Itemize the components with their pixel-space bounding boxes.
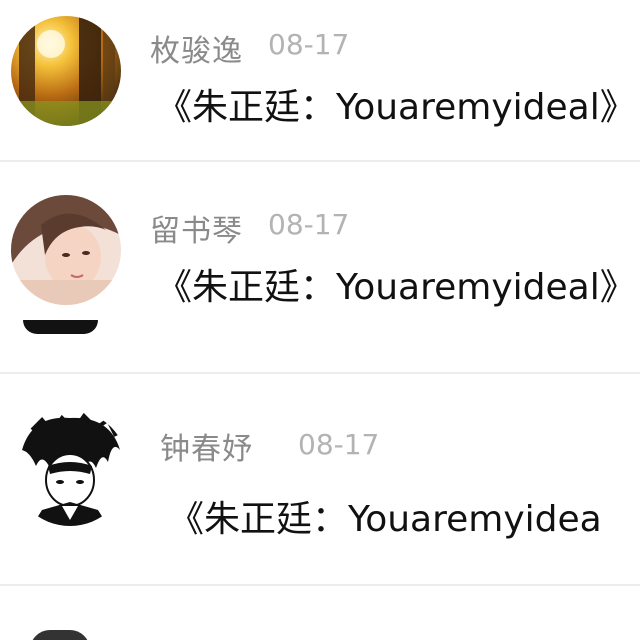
comment-username[interactable]: 枚骏逸 <box>150 26 243 70</box>
divider <box>0 160 640 162</box>
comment-content: 《朱正廷：Youaremyideal》 <box>156 87 636 128</box>
avatar[interactable] <box>11 16 121 126</box>
divider <box>0 584 640 586</box>
comment-feed: 枚骏逸 08-17 《朱正廷：Youaremyideal》 留书琴 08-17 … <box>0 0 640 640</box>
comment-username[interactable]: 留书琴 <box>150 206 243 250</box>
comment-username[interactable]: 钟春妤 <box>160 424 253 468</box>
comment-date: 08-17 <box>298 428 380 461</box>
comment-date: 08-17 <box>268 208 350 241</box>
avatar[interactable] <box>11 195 121 305</box>
comment-content: 《朱正廷：Youaremyidea <box>168 499 602 540</box>
comment-content: 《朱正廷：Youaremyideal》 <box>156 267 636 308</box>
girl-portrait-avatar-icon <box>11 195 121 305</box>
divider <box>0 372 640 374</box>
comment-date: 08-17 <box>268 28 350 61</box>
avatar[interactable] <box>12 410 128 526</box>
avatar-fragment <box>30 630 90 640</box>
anime-character-avatar-icon <box>12 410 128 526</box>
avatar-fragment <box>23 320 98 334</box>
sunset-forest-avatar-icon <box>11 16 121 126</box>
